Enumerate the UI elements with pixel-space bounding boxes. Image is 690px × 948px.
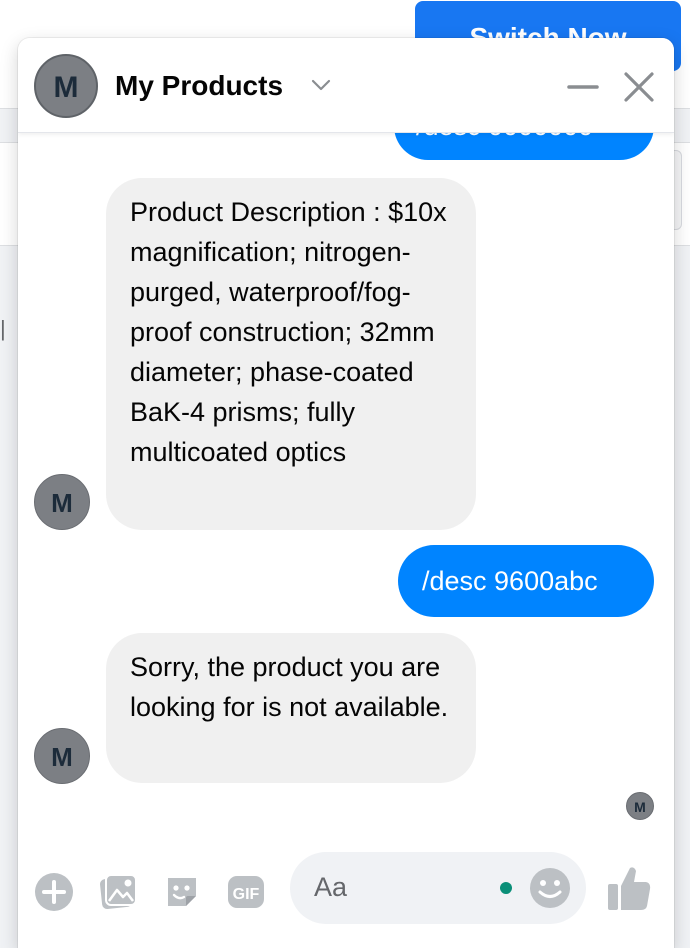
message-input-placeholder: Aa [314,872,348,902]
close-icon[interactable] [622,70,656,104]
message-list[interactable]: /desc 0000000 Product Description : $10x… [18,132,674,852]
sticker-icon[interactable] [162,872,202,912]
chat-header: M My Products [18,38,674,133]
outgoing-message[interactable]: /desc 9600abc [398,545,654,617]
incoming-message[interactable]: Sorry, the product you are looking for i… [106,633,476,783]
minimize-icon[interactable] [566,74,600,100]
plus-icon[interactable] [34,872,74,912]
chat-title[interactable]: My Products [115,70,283,102]
message-input[interactable]: Aa [290,852,586,924]
page-avatar[interactable]: M [34,54,98,118]
thumbs-up-icon[interactable] [606,864,652,912]
photo-icon[interactable] [98,872,138,912]
svg-text:GIF: GIF [233,886,260,903]
online-status-dot [500,882,512,894]
sender-avatar: M [34,474,90,530]
background-fragment: | [0,316,6,341]
seen-receipt-avatar: M [626,792,654,820]
incoming-message[interactable]: Product Description : $10x magnification… [106,178,476,530]
message-composer: GIF Aa [18,852,674,948]
emoji-icon[interactable] [528,866,572,910]
chat-window: M My Products /desc 0000000 Product Desc… [18,38,674,948]
gif-icon[interactable]: GIF [226,872,266,912]
chevron-down-icon[interactable] [310,74,332,96]
sender-avatar: M [34,728,90,784]
outgoing-message[interactable]: /desc 0000000 [394,132,654,160]
